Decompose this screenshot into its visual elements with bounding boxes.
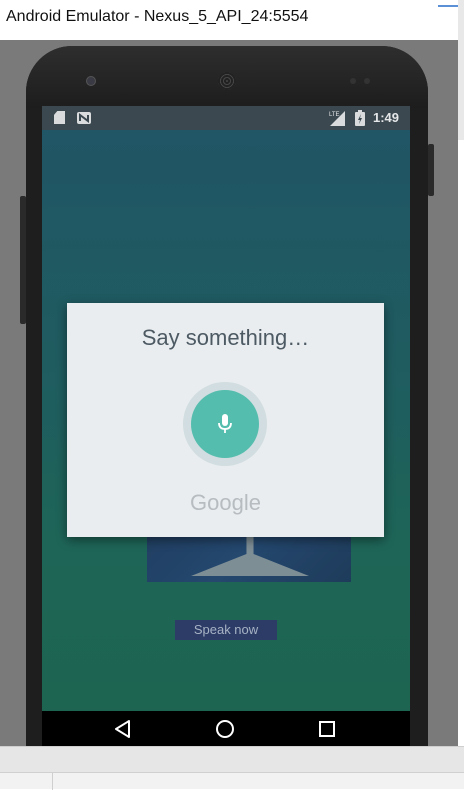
phone-top-bezel bbox=[26, 46, 428, 108]
front-camera-icon bbox=[86, 76, 96, 86]
voice-input-dialog: Say something… Google bbox=[67, 303, 384, 537]
home-icon[interactable] bbox=[215, 719, 235, 739]
earpiece-speaker-icon bbox=[218, 72, 236, 90]
light-sensor-icon bbox=[364, 78, 370, 84]
navigation-bar bbox=[42, 711, 410, 746]
window-title: Android Emulator - Nexus_5_API_24:5554 bbox=[6, 8, 309, 25]
back-icon[interactable] bbox=[113, 719, 133, 739]
status-strip-divider bbox=[52, 773, 53, 790]
power-button[interactable] bbox=[428, 144, 434, 196]
proximity-sensor-icon bbox=[350, 78, 356, 84]
microphone-button[interactable] bbox=[191, 390, 259, 458]
dialog-prompt: Say something… bbox=[141, 325, 310, 350]
window-titlebar: Android Emulator - Nexus_5_API_24:5554 bbox=[0, 0, 464, 40]
microphone-icon bbox=[218, 414, 232, 433]
google-logo: Google bbox=[190, 490, 261, 515]
window-edge-strip bbox=[458, 0, 464, 140]
window-status-strip bbox=[0, 772, 464, 790]
emulator-bottom-toolbar bbox=[0, 746, 464, 772]
device-screen: LTE 1:49 Speak now Say something… Google bbox=[42, 106, 410, 746]
recents-icon[interactable] bbox=[318, 720, 336, 738]
